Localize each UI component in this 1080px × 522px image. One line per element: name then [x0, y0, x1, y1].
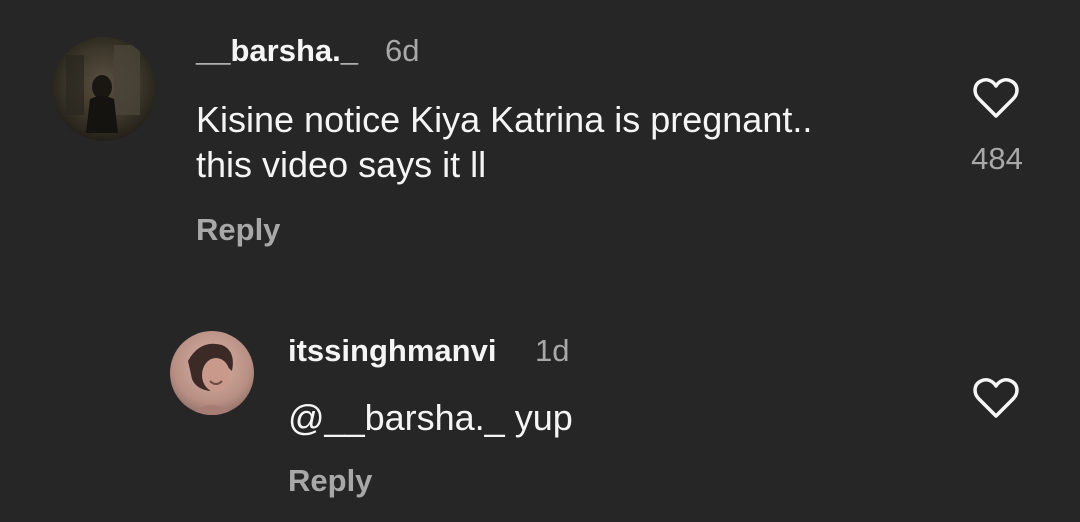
heart-outline-icon[interactable] [972, 76, 1020, 125]
comment-username[interactable]: itssinghmanvi [288, 333, 496, 369]
avatar[interactable] [52, 37, 156, 141]
comment-text-line: Kisine notice Kiya Katrina is pregnant.. [196, 99, 813, 140]
reply-button[interactable]: Reply [196, 212, 280, 248]
reply-button[interactable]: Reply [288, 463, 372, 499]
comment-text: Kisine notice Kiya Katrina is pregnant..… [196, 97, 956, 187]
comment-text: @__barsha._ yup [288, 397, 573, 438]
comment-username[interactable]: __barsha._ [196, 33, 358, 69]
comment-timestamp: 6d [385, 33, 420, 68]
avatar[interactable] [170, 331, 254, 415]
heart-outline-icon[interactable] [972, 376, 1020, 425]
comment-text-line: this video says it ll [196, 144, 487, 185]
like-count: 484 [971, 141, 1023, 176]
comment-timestamp: 1d [535, 333, 570, 368]
